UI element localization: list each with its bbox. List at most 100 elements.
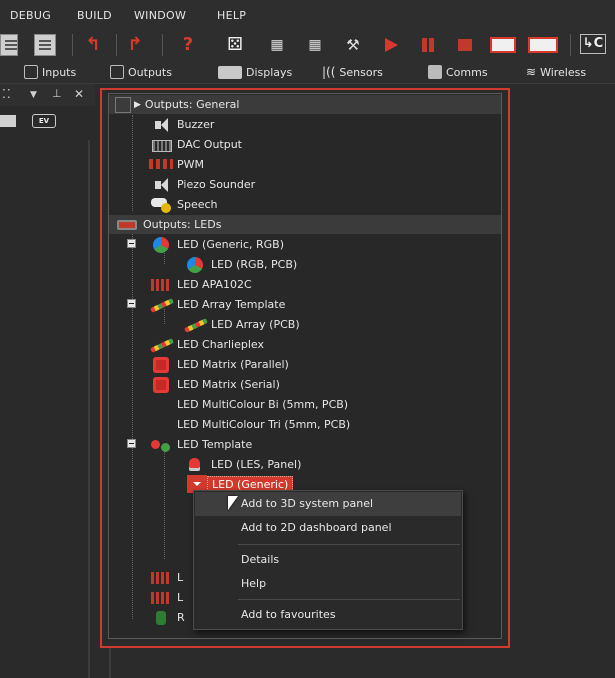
tree-item-led-multicolour-bi[interactable]: LED MultiColour Bi (5mm, PCB) — [149, 395, 348, 414]
left-panel-header: ⁚⁚ ▼ ⊥ ✕ — [0, 84, 95, 106]
close-icon[interactable]: ✕ — [74, 87, 84, 101]
dropdown-icon[interactable]: ▼ — [30, 90, 37, 100]
panel-view-icon[interactable] — [0, 115, 16, 127]
code-icon[interactable]: ↳C — [580, 34, 606, 54]
menu-debug[interactable]: DEBUG — [10, 9, 51, 22]
step-into-icon[interactable] — [490, 37, 516, 53]
tree-item-led-matrix-parallel[interactable]: LED Matrix (Parallel) — [149, 355, 289, 374]
tree-item-label: LED Array Template — [177, 298, 286, 311]
menu-build[interactable]: BUILD — [77, 9, 112, 22]
category-outputs[interactable]: Outputs — [110, 63, 172, 81]
menu-window[interactable]: WINDOW — [134, 9, 186, 22]
tree-item-label: R — [177, 611, 185, 624]
collapse-toggle[interactable] — [127, 299, 136, 308]
tree-item-label: LED MultiColour Bi (5mm, PCB) — [177, 398, 349, 411]
redo-icon[interactable]: ↱ — [124, 34, 146, 56]
tree-line — [132, 115, 133, 211]
menu-help[interactable]: HELP — [217, 9, 246, 22]
tree-item-led-template[interactable]: LED Template — [149, 435, 252, 454]
comms-icon — [428, 65, 442, 79]
menu-item-add-favourites[interactable]: Add to favourites — [195, 603, 461, 627]
toolbar-divider — [116, 34, 117, 56]
step-over-icon[interactable] — [528, 37, 558, 53]
led-bulb-icon — [183, 457, 207, 473]
menu-separator — [238, 544, 460, 545]
category-displays[interactable]: Displays — [218, 63, 292, 81]
category-displays-label: Displays — [246, 65, 293, 79]
group-outputs-leds[interactable]: Outputs: LEDs — [109, 215, 501, 234]
tree-item-label: LED (LES, Panel) — [211, 458, 302, 471]
tools-icon[interactable]: ⚒ — [342, 34, 364, 56]
pin-icon[interactable]: ⊥ — [52, 87, 62, 100]
blank-icon — [149, 417, 173, 433]
main-toolbar: ↰ ↱ ? ⚄ ▦ ▦ ⚒ ↳C — [0, 30, 615, 60]
undo-icon[interactable]: ↰ — [82, 34, 104, 56]
category-sensors[interactable]: |(( Sensors — [322, 63, 383, 81]
mouse-cursor-icon — [228, 496, 238, 510]
category-inputs[interactable]: Inputs — [24, 63, 76, 81]
led-template-icon — [149, 437, 173, 453]
led-strip-icon — [149, 590, 173, 606]
group-outputs-general-icon — [115, 96, 131, 113]
led-matrix-icon — [149, 376, 173, 393]
tree-item-label: LED Matrix (Parallel) — [177, 358, 289, 371]
group-label: Outputs: LEDs — [143, 218, 222, 231]
category-wireless[interactable]: ≋ Wireless — [526, 63, 586, 81]
tree-item-led-charlieplex[interactable]: LED Charlieplex — [149, 335, 264, 354]
play-icon[interactable] — [380, 34, 402, 56]
outputs-icon — [110, 65, 124, 79]
tree-item-label: Piezo Sounder — [177, 178, 256, 191]
help-icon[interactable]: ? — [177, 34, 199, 56]
tree-item-label: LED Matrix (Serial) — [177, 378, 280, 391]
component-category-bar: Inputs Outputs Displays |(( Sensors Comm… — [0, 60, 615, 84]
tree-item-led-les-panel[interactable]: LED (LES, Panel) — [183, 455, 301, 474]
tree-item-speech[interactable]: Speech — [149, 195, 218, 214]
tree-item-pwm[interactable]: PWM — [149, 155, 204, 174]
tree-item-led-apa102c[interactable]: LED APA102C — [149, 275, 252, 294]
speech-icon — [149, 197, 173, 213]
tree-item-buzzer[interactable]: Buzzer — [149, 115, 214, 134]
inputs-icon — [24, 65, 38, 79]
left-panel-content — [0, 140, 90, 678]
menu-item-add-2d-panel[interactable]: Add to 2D dashboard panel — [195, 516, 461, 540]
tree-item-label: LED Charlieplex — [177, 338, 264, 351]
tree-item-led-generic-rgb[interactable]: LED (Generic, RGB) — [149, 235, 284, 254]
chip-icon — [149, 137, 173, 153]
tree-item-partial[interactable]: R — [149, 608, 185, 627]
tree-item-led-multicolour-tri[interactable]: LED MultiColour Tri (5mm, PCB) — [149, 415, 350, 434]
collapse-toggle[interactable] — [127, 239, 136, 248]
rgb-led-icon — [183, 256, 207, 273]
tree-item-led-matrix-serial[interactable]: LED Matrix (Serial) — [149, 375, 280, 394]
menu-item-details[interactable]: Details — [195, 548, 461, 572]
category-comms[interactable]: Comms — [428, 63, 488, 81]
led-strip-icon — [149, 277, 173, 293]
blank-icon — [149, 397, 173, 413]
left-panel-tools: EV — [0, 106, 95, 136]
tree-item-led-array-template[interactable]: LED Array Template — [149, 295, 285, 314]
tree-item-piezo-sounder[interactable]: Piezo Sounder — [149, 175, 255, 194]
tree-item-partial[interactable]: L — [149, 568, 183, 587]
menu-bar: DEBUG BUILD WINDOW HELP — [0, 0, 615, 30]
chip-icon-2[interactable]: ▦ — [304, 34, 326, 56]
tree-item-dac-output[interactable]: DAC Output — [149, 135, 242, 154]
left-panel: ⁚⁚ ▼ ⊥ ✕ EV — [0, 84, 95, 678]
collapse-toggle[interactable] — [127, 439, 136, 448]
clipboard-icon[interactable] — [34, 34, 56, 56]
chip-icon[interactable]: ▦ — [266, 34, 288, 56]
toolbar-divider — [570, 34, 571, 56]
pause-icon[interactable] — [417, 34, 439, 56]
led-array-icon — [149, 297, 173, 313]
file-icon[interactable] — [0, 34, 18, 56]
ev-icon[interactable]: EV — [32, 114, 56, 128]
menu-item-help[interactable]: Help — [195, 572, 461, 596]
led-strip-icon — [149, 570, 173, 586]
group-outputs-general[interactable]: ▶ Outputs: General — [109, 95, 501, 114]
tree-item-led-array-pcb[interactable]: LED Array (PCB) — [183, 315, 300, 334]
tree-item-led-rgb-pcb[interactable]: LED (RGB, PCB) — [183, 255, 297, 274]
stop-icon[interactable] — [454, 34, 476, 56]
led-board-icon — [115, 217, 139, 233]
category-inputs-label: Inputs — [42, 65, 77, 79]
dice-icon[interactable]: ⚄ — [224, 34, 246, 56]
context-menu: Add to 3D system panel Add to 2D dashboa… — [193, 490, 463, 630]
tree-item-partial[interactable]: L — [149, 588, 183, 607]
